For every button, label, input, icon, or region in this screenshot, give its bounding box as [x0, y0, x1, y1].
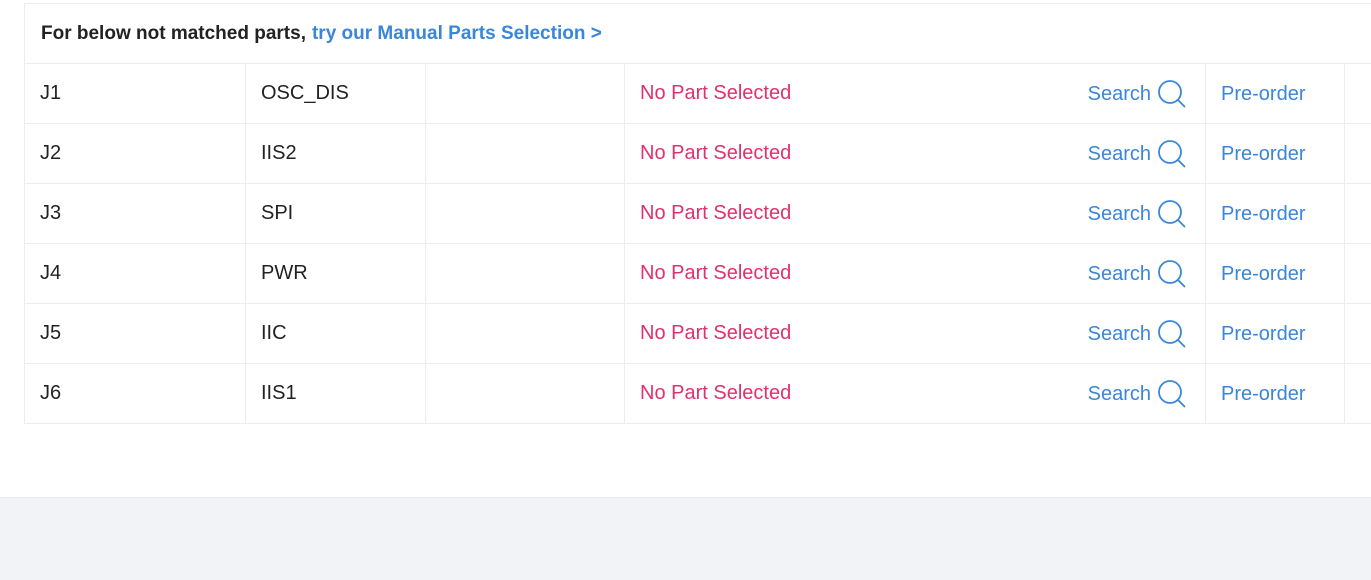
- designator: J3: [40, 202, 62, 224]
- empty-cell: [426, 244, 625, 303]
- part-cell: No Part Selected Search: [625, 244, 1206, 303]
- net-name: IIC: [261, 322, 287, 344]
- net-name-cell: IIC: [246, 304, 426, 363]
- search-button[interactable]: Search: [1088, 139, 1187, 169]
- search-icon: [1151, 259, 1187, 289]
- part-cell: No Part Selected Search: [625, 184, 1206, 243]
- search-icon: [1151, 79, 1187, 109]
- empty-cell: [426, 304, 625, 363]
- designator: J1: [40, 82, 62, 104]
- search-button[interactable]: Search: [1088, 319, 1187, 349]
- designator: J2: [40, 142, 62, 164]
- preorder-cell: Pre-order: [1206, 244, 1345, 303]
- table-row: J3 SPI No Part Selected Search Pre-order: [25, 184, 1371, 244]
- part-status: No Part Selected: [640, 202, 792, 224]
- part-cell: No Part Selected Search: [625, 364, 1206, 423]
- search-button[interactable]: Search: [1088, 199, 1187, 229]
- search-label: Search: [1087, 262, 1151, 285]
- parts-panel: For below not matched parts, try our Man…: [0, 0, 1371, 498]
- search-button[interactable]: Search: [1088, 379, 1187, 409]
- net-name-cell: OSC_DIS: [246, 64, 426, 123]
- preorder-link[interactable]: Pre-order: [1221, 143, 1305, 166]
- table-body: J1 OSC_DIS No Part Selected Search Pre-order…: [25, 64, 1371, 424]
- designator: J6: [40, 382, 62, 404]
- preorder-link[interactable]: Pre-order: [1221, 263, 1305, 286]
- table-row: J6 IIS1 No Part Selected Search Pre-order: [25, 364, 1371, 424]
- net-name-cell: IIS2: [246, 124, 426, 183]
- preorder-cell: Pre-order: [1206, 304, 1345, 363]
- designator-cell: J1: [25, 64, 246, 123]
- search-label: Search: [1087, 322, 1151, 345]
- preorder-link[interactable]: Pre-order: [1221, 83, 1305, 106]
- table-row: J1 OSC_DIS No Part Selected Search Pre-order: [25, 64, 1371, 124]
- net-name: IIS1: [261, 382, 297, 404]
- net-name-cell: IIS1: [246, 364, 426, 423]
- trailing-cell: [1345, 64, 1371, 123]
- part-cell: No Part Selected Search: [625, 64, 1206, 123]
- trailing-cell: [1345, 304, 1371, 363]
- preorder-link[interactable]: Pre-order: [1221, 203, 1305, 226]
- preorder-link[interactable]: Pre-order: [1221, 383, 1305, 406]
- table-row: J2 IIS2 No Part Selected Search Pre-order: [25, 124, 1371, 184]
- trailing-cell: [1345, 364, 1371, 423]
- search-button[interactable]: Search: [1088, 259, 1187, 289]
- table-row: J5 IIC No Part Selected Search Pre-order: [25, 304, 1371, 364]
- search-button[interactable]: Search: [1088, 79, 1187, 109]
- net-name: IIS2: [261, 142, 297, 164]
- search-label: Search: [1087, 202, 1151, 225]
- designator-cell: J4: [25, 244, 246, 303]
- part-status: No Part Selected: [640, 142, 792, 164]
- part-status: No Part Selected: [640, 82, 792, 104]
- designator-cell: J2: [25, 124, 246, 183]
- search-icon: [1151, 199, 1187, 229]
- preorder-link[interactable]: Pre-order: [1221, 323, 1305, 346]
- trailing-cell: [1345, 124, 1371, 183]
- manual-parts-selection-link[interactable]: try our Manual Parts Selection >: [312, 23, 602, 45]
- empty-cell: [426, 364, 625, 423]
- designator-cell: J6: [25, 364, 246, 423]
- part-cell: No Part Selected Search: [625, 304, 1206, 363]
- empty-cell: [426, 124, 625, 183]
- search-label: Search: [1087, 382, 1151, 405]
- trailing-cell: [1345, 184, 1371, 243]
- net-name: SPI: [261, 202, 294, 224]
- empty-cell: [426, 64, 625, 123]
- designator: J4: [40, 262, 62, 284]
- preorder-cell: Pre-order: [1206, 124, 1345, 183]
- preorder-cell: Pre-order: [1206, 364, 1345, 423]
- net-name-cell: SPI: [246, 184, 426, 243]
- table-row: J4 PWR No Part Selected Search Pre-order: [25, 244, 1371, 304]
- net-name: PWR: [261, 262, 308, 284]
- part-cell: No Part Selected Search: [625, 124, 1206, 183]
- part-status: No Part Selected: [640, 322, 792, 344]
- preorder-cell: Pre-order: [1206, 64, 1345, 123]
- search-label: Search: [1087, 142, 1151, 165]
- net-name-cell: PWR: [246, 244, 426, 303]
- parts-table: For below not matched parts, try our Man…: [24, 3, 1371, 424]
- part-status: No Part Selected: [640, 262, 792, 284]
- empty-cell: [426, 184, 625, 243]
- part-status: No Part Selected: [640, 382, 792, 404]
- designator-cell: J5: [25, 304, 246, 363]
- search-icon: [1151, 139, 1187, 169]
- search-icon: [1151, 379, 1187, 409]
- net-name: OSC_DIS: [261, 82, 349, 104]
- search-label: Search: [1087, 82, 1151, 105]
- designator-cell: J3: [25, 184, 246, 243]
- trailing-cell: [1345, 244, 1371, 303]
- notice-text: For below not matched parts,: [41, 22, 306, 44]
- designator: J5: [40, 322, 62, 344]
- preorder-cell: Pre-order: [1206, 184, 1345, 243]
- unmatched-notice: For below not matched parts, try our Man…: [25, 4, 1371, 64]
- search-icon: [1151, 319, 1187, 349]
